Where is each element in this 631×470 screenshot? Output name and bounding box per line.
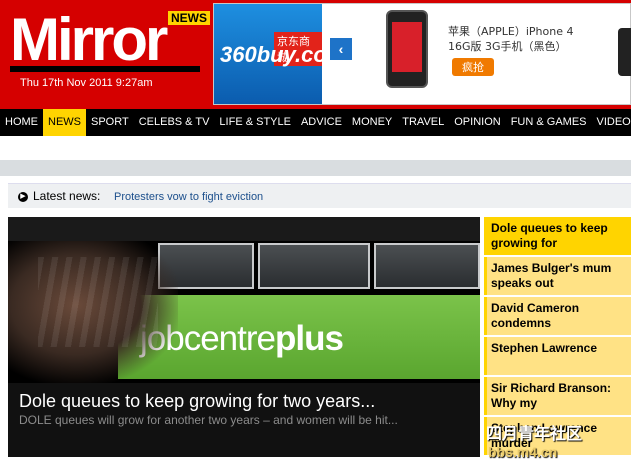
hero-title[interactable]: Dole queues to keep growing for two year…	[19, 391, 375, 412]
nav-item-celebs-tv[interactable]: CELEBS & TV	[134, 109, 215, 136]
blurred-figure-texture	[38, 257, 158, 347]
side-story-item[interactable]: David Cameron condemns	[484, 297, 631, 335]
nav-item-life-style[interactable]: LIFE & STYLE	[214, 109, 296, 136]
side-story-item[interactable]: Sir Richard Branson: Why my	[484, 377, 631, 415]
ad-prev-arrow-icon[interactable]: ‹	[330, 38, 352, 60]
logo-text: Mirror	[10, 6, 168, 73]
ad-buy-button[interactable]: 疯抢	[452, 58, 494, 76]
nav-item-opinion[interactable]: OPINION	[449, 109, 505, 136]
logo-underline	[10, 66, 200, 72]
ad-product-text: 苹果（APPLE）iPhone 4 16G版 3G手机（黑色）	[448, 24, 574, 54]
arrow-right-icon: ▶	[18, 192, 28, 202]
side-story-title: James Bulger's mum speaks out	[491, 261, 612, 290]
hero-story[interactable]: jobcentreplus Dole queues to keep growin…	[8, 217, 480, 457]
masthead: Mirror NEWS Thu 17th Nov 2011 9:27am 京东商…	[0, 0, 631, 109]
hero-top-strip	[8, 217, 480, 241]
side-story-item[interactable]: Dole queues to keep growing for	[484, 217, 631, 255]
main-nav: HOME NEWS SPORT CELEBS & TV LIFE & STYLE ADVI…	[0, 109, 631, 136]
hero-caption: Dole queues to keep growing for two year…	[8, 383, 480, 457]
side-story-title: Sir Richard Branson: Why my	[491, 381, 612, 410]
separator-band	[0, 160, 631, 176]
phone-image	[386, 10, 428, 88]
nav-item-advice[interactable]: ADVICE	[296, 109, 347, 136]
nav-item-news[interactable]: NEWS	[43, 109, 86, 136]
nav-item-travel[interactable]: TRAVEL	[397, 109, 449, 136]
mirror-logo[interactable]: Mirror NEWS	[10, 6, 210, 74]
ad-store-panel: 京东商城 360buy.com	[214, 4, 346, 104]
latest-news-link[interactable]: Protesters vow to fight eviction	[114, 191, 263, 203]
watermark-text: 四月青年社区	[486, 424, 583, 443]
nav-item-fun-games[interactable]: FUN & GAMES	[506, 109, 592, 136]
side-story-title: Dole queues to keep growing for	[491, 221, 608, 250]
logo-badge: NEWS	[168, 11, 210, 25]
latest-news-bar: ▶ Latest news: Protesters vow to fight e…	[8, 183, 631, 208]
phone-image-partial	[618, 28, 631, 76]
latest-news-label: Latest news:	[33, 189, 101, 203]
side-story-title: Stephen Lawrence	[491, 341, 598, 355]
phone-screen	[392, 22, 422, 72]
nav-item-video[interactable]: VIDEO	[592, 109, 631, 136]
window-pane	[258, 243, 370, 289]
side-story-title: David Cameron condemns	[491, 301, 580, 330]
banner-ad[interactable]: 京东商城 360buy.com ‹ 苹果（APPLE）iPhone 4 16G版…	[213, 3, 631, 105]
side-story-item[interactable]: Stephen Lawrence	[484, 337, 631, 375]
nav-item-sport[interactable]: SPORT	[86, 109, 134, 136]
ad-product-line2: 16G版 3G手机（黑色）	[448, 40, 567, 53]
watermark-url: bbs.m4.cn	[488, 444, 558, 460]
nav-item-money[interactable]: MONEY	[347, 109, 397, 136]
hero-description: DOLE queues will grow for another two ye…	[19, 413, 398, 427]
ad-product-line1: 苹果（APPLE）iPhone 4	[448, 25, 574, 38]
sign-suffix: plus	[274, 319, 344, 358]
window-pane	[374, 243, 480, 289]
side-story-item[interactable]: James Bulger's mum speaks out	[484, 257, 631, 295]
ad-store-logo: 360buy.com	[220, 42, 347, 67]
nav-item-home[interactable]: HOME	[0, 109, 43, 136]
dateline: Thu 17th Nov 2011 9:27am	[20, 77, 153, 89]
